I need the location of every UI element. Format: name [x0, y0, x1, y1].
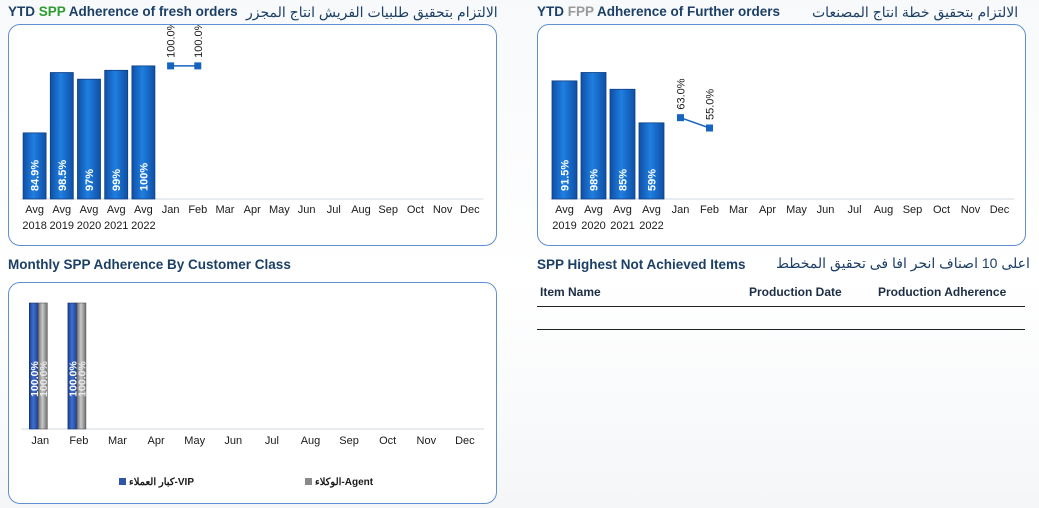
- x-tick-label: Feb: [188, 204, 207, 216]
- bar-data-label: 97%: [84, 169, 96, 191]
- x-tick-label: Jan: [31, 435, 49, 447]
- x-tick-label: Dec: [455, 435, 475, 447]
- x-tick-label: Jun: [817, 204, 835, 216]
- line-point: [167, 62, 175, 70]
- bar-data-label: 59%: [647, 169, 659, 191]
- x-tick-label: Avg: [52, 204, 71, 216]
- panel1-arabic-title: الالتزام بتحقيق طلبيات الفريش انتاج المج…: [246, 4, 498, 20]
- bar-data-label: 98%: [589, 169, 601, 191]
- bar-data-label: 85%: [618, 169, 630, 191]
- fresh-orders-chart-panel: Avg 2018 Avg 2019 Avg 2020 Avg 2021 Avg 2022 Jan Fe…: [8, 20, 497, 246]
- x-tick-label: Avg: [555, 204, 574, 216]
- x-tick-year-label: 2018: [22, 220, 46, 232]
- x-tick-label: Feb: [700, 204, 719, 216]
- x-tick-label: Mar: [216, 204, 235, 216]
- further-orders-chart-panel: Avg 2019 Avg 2020 Avg 2021 Avg 2022 Jan Feb Mar Apr…: [537, 24, 1026, 246]
- panel2-title: YTD FPP Adherence of Further orders: [537, 4, 781, 19]
- panel1-title: YTD SPP Adherence of fresh orders: [8, 4, 238, 19]
- x-tick-label: Apr: [244, 204, 261, 216]
- x-tick-year-label: 2020: [77, 220, 101, 232]
- line-point: [706, 124, 713, 132]
- x-tick-year-label: 2021: [610, 220, 634, 232]
- x-tick-label: Avg: [80, 204, 99, 216]
- series-data-label: 100.0%: [38, 361, 50, 397]
- x-tick-label: Avg: [25, 204, 44, 216]
- column-item-name: Item Name: [540, 285, 601, 299]
- x-tick-label: Oct: [379, 435, 396, 447]
- line-data-label: 100.0%: [193, 25, 205, 58]
- x-tick-label: Jan: [162, 204, 180, 216]
- bar-data-label: 99%: [111, 169, 123, 191]
- table-bottom-divider: [537, 329, 1025, 330]
- x-tick-year-label: 2022: [131, 220, 155, 232]
- x-tick-year-label: 2022: [639, 220, 663, 232]
- line-data-label: 100.0%: [166, 25, 178, 58]
- x-tick-label: Nov: [433, 204, 453, 216]
- x-tick-year-label: 2019: [50, 220, 74, 232]
- x-tick-label: May: [184, 435, 205, 447]
- panel4-title: SPP Highest Not Achieved Items: [537, 257, 746, 272]
- x-tick-label: Sep: [339, 435, 359, 447]
- x-tick-label: Jul: [327, 204, 341, 216]
- x-tick-year-label: 2021: [104, 220, 128, 232]
- x-tick-year-label: 2019: [552, 220, 576, 232]
- x-tick-label: Sep: [378, 204, 398, 216]
- x-tick-label: Mar: [729, 204, 748, 216]
- legend-swatch: [305, 478, 312, 485]
- x-tick-year-label: 2020: [581, 220, 605, 232]
- line-data-label: 55.0%: [705, 89, 717, 120]
- x-tick-label: May: [269, 204, 290, 216]
- x-tick-label: Apr: [759, 204, 776, 216]
- legend-swatch: [119, 478, 126, 485]
- bar-data-label: 84.9%: [30, 160, 42, 191]
- x-tick-label: Jul: [265, 435, 279, 447]
- x-tick-label: Avg: [107, 204, 126, 216]
- column-production-date: Production Date: [749, 285, 842, 299]
- x-tick-label: Avg: [613, 204, 632, 216]
- x-tick-label: Aug: [874, 204, 894, 216]
- panel4-arabic-title: اعلى 10 اصناف انحر افا فى تحقيق المخطط: [776, 255, 1030, 271]
- bar-data-label: 91.5%: [560, 160, 572, 191]
- series-data-label: 100.0%: [76, 361, 88, 397]
- x-tick-label: Jun: [298, 204, 316, 216]
- legend-label: كبار العملاء-VIP: [129, 477, 194, 488]
- table-header-divider: [537, 306, 1025, 307]
- customer-class-chart: Jan Feb Mar Apr May Jun Jul Aug Sep Oct Nov Dec 100.…: [21, 302, 485, 488]
- x-tick-label: Aug: [301, 435, 321, 447]
- x-tick-label: Nov: [961, 204, 981, 216]
- x-tick-label: Avg: [134, 204, 153, 216]
- x-tick-label: Oct: [407, 204, 424, 216]
- line-data-label: 63.0%: [676, 78, 688, 109]
- x-tick-label: Mar: [108, 435, 127, 447]
- x-tick-label: Sep: [903, 204, 923, 216]
- further-orders-chart: Avg 2019 Avg 2020 Avg 2021 Avg 2022 Jan Feb Mar Apr…: [550, 72, 1014, 232]
- panel2-arabic-title: الالتزام بتحقيق خطة انتاج المصنعات: [812, 4, 1019, 20]
- x-tick-label: Oct: [933, 204, 950, 216]
- x-tick-label: Jan: [672, 204, 690, 216]
- column-production-adherence: Production Adherence: [878, 285, 1007, 299]
- fresh-orders-chart: Avg 2018 Avg 2019 Avg 2020 Avg 2021 Avg 2022 Jan Fe…: [21, 20, 484, 232]
- x-tick-label: Aug: [351, 204, 371, 216]
- x-tick-label: Dec: [460, 204, 480, 216]
- x-tick-label: Jun: [224, 435, 242, 447]
- x-tick-label: Feb: [69, 435, 88, 447]
- x-tick-label: Apr: [148, 435, 165, 447]
- x-tick-label: May: [786, 204, 807, 216]
- bar-data-label: 98.5%: [57, 160, 69, 191]
- x-tick-label: Jul: [847, 204, 861, 216]
- x-tick-label: Nov: [417, 435, 437, 447]
- legend-label: الوكلاء-Agent: [315, 477, 374, 488]
- panel3-title: Monthly SPP Adherence By Customer Class: [8, 257, 291, 272]
- line-point: [194, 62, 202, 70]
- x-tick-label: Dec: [990, 204, 1010, 216]
- customer-class-chart-panel: Jan Feb Mar Apr May Jun Jul Aug Sep Oct Nov Dec 100.…: [8, 282, 497, 504]
- x-tick-label: Avg: [584, 204, 603, 216]
- line-point: [677, 114, 684, 122]
- x-tick-label: Avg: [642, 204, 661, 216]
- bar-data-label: 100%: [138, 163, 150, 191]
